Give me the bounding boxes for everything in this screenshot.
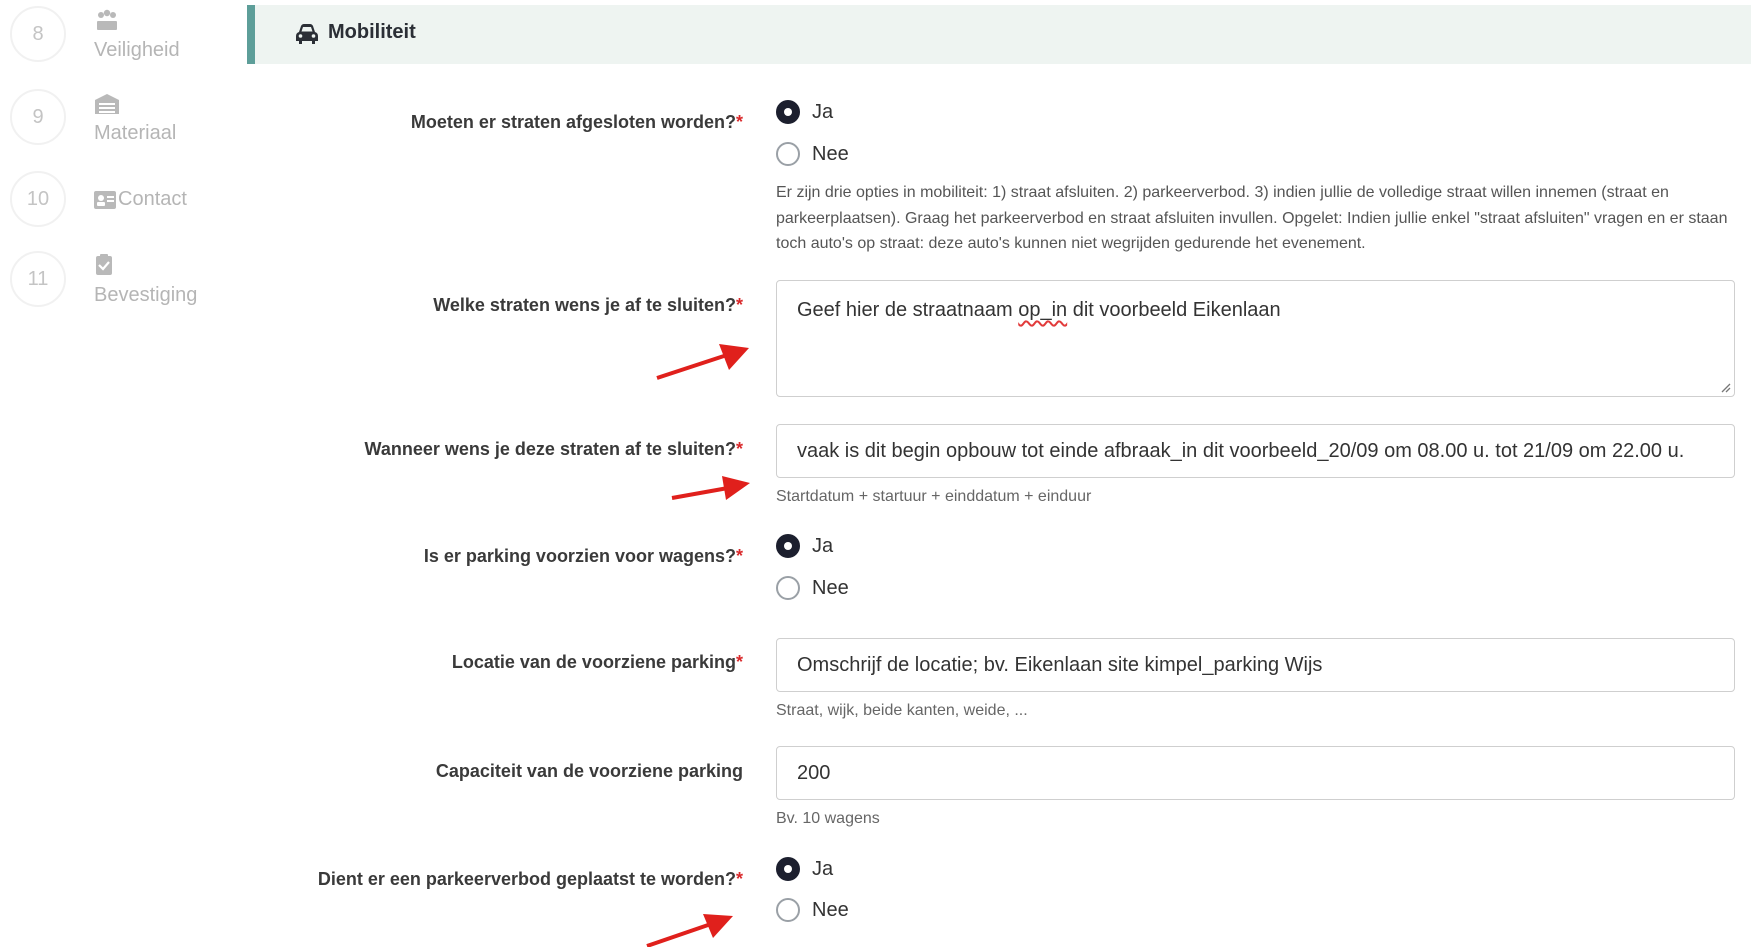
textarea-text: dit voorbeeld Eikenlaan xyxy=(1067,299,1281,321)
id-card-icon xyxy=(94,191,116,209)
step-number: 8 xyxy=(10,6,66,62)
step-number: 9 xyxy=(10,89,66,145)
required-marker: * xyxy=(735,295,743,315)
radio-button[interactable] xyxy=(776,534,800,558)
annotation-arrow-icon xyxy=(656,344,749,380)
parking-capacity-hint: Bv. 10 wagens xyxy=(776,810,880,827)
step-number: 10 xyxy=(10,171,66,227)
car-icon xyxy=(296,24,318,44)
sidebar-step-bevestiging[interactable]: 11 Bevestiging xyxy=(0,248,240,308)
closure-period-hint: Startdatum + startuur + einddatum + eind… xyxy=(776,488,1092,505)
help-text-mobility: Er zijn drie opties in mobiliteit: 1) st… xyxy=(776,184,1728,252)
users-icon xyxy=(97,9,117,30)
question-label-parking-ban: Dient er een parkeerverbod geplaatst te … xyxy=(317,869,743,889)
sidebar-item-label: Materiaal xyxy=(94,122,177,144)
question-label-when-closed: Wanneer wens je deze straten af te sluit… xyxy=(364,439,743,459)
question-label-streets-closed: Moeten er straten afgesloten worden?* xyxy=(410,112,743,132)
clipboard-check-icon xyxy=(96,254,112,275)
spellcheck-flagged-word: op_in xyxy=(1018,299,1068,321)
required-marker: * xyxy=(735,869,743,889)
radio-parking-provided-yes[interactable]: Ja xyxy=(776,534,833,558)
required-marker: * xyxy=(735,439,743,459)
radio-label: Nee xyxy=(812,898,849,921)
warehouse-icon xyxy=(95,94,119,114)
radio-label: Ja xyxy=(812,100,834,123)
radio-button[interactable] xyxy=(776,100,800,124)
radio-button[interactable] xyxy=(776,142,800,166)
annotation-arrow-icon xyxy=(671,476,750,500)
required-marker: * xyxy=(735,652,743,672)
required-marker: * xyxy=(735,546,743,566)
sidebar-step-contact[interactable]: 10 Contact xyxy=(0,170,240,230)
radio-label: Ja xyxy=(812,857,834,880)
section-title: Mobiliteit xyxy=(328,21,416,43)
closure-period-input[interactable]: vaak is dit begin opbouw tot einde afbra… xyxy=(776,424,1735,478)
radio-label: Nee xyxy=(812,142,849,165)
radio-label: Nee xyxy=(812,576,849,599)
radio-button[interactable] xyxy=(776,576,800,600)
radio-button[interactable] xyxy=(776,898,800,922)
annotation-arrow-icon xyxy=(646,914,733,947)
radio-streets-closed-no[interactable]: Nee xyxy=(776,142,849,166)
sidebar-step-materiaal[interactable]: 9 Materiaal xyxy=(0,86,240,146)
sidebar-item-label: Bevestiging xyxy=(94,284,198,306)
question-label-which-streets: Welke straten wens je af te sluiten?* xyxy=(433,295,743,315)
radio-button[interactable] xyxy=(776,857,800,881)
question-label-parking-capacity: Capaciteit van de voorziene parking xyxy=(435,761,743,781)
step-number: 11 xyxy=(10,251,66,307)
section-header: Mobiliteit xyxy=(247,5,1751,64)
sidebar-step-veiligheid[interactable]: 8 Veiligheid xyxy=(0,3,240,63)
question-label-parking-location: Locatie van de voorziene parking* xyxy=(451,652,743,672)
radio-label: Ja xyxy=(812,534,834,557)
resize-handle-icon[interactable] xyxy=(1719,381,1731,393)
required-marker: * xyxy=(735,112,743,132)
sidebar-item-label: Contact xyxy=(118,188,187,210)
parking-location-input[interactable]: Omschrijf de locatie; bv. Eikenlaan site… xyxy=(776,638,1735,692)
radio-parking-provided-no[interactable]: Nee xyxy=(776,576,849,600)
radio-parking-ban-no[interactable]: Nee xyxy=(776,898,849,922)
parking-location-hint: Straat, wijk, beide kanten, weide, ... xyxy=(776,702,1028,719)
streets-textarea[interactable]: Geef hier de straatnaam op_in dit voorbe… xyxy=(776,280,1735,397)
question-label-parking-provided: Is er parking voorzien voor wagens?* xyxy=(423,546,743,566)
parking-capacity-input[interactable]: 200 xyxy=(776,746,1735,800)
textarea-text: Geef hier de straatnaam xyxy=(797,299,1019,321)
sidebar-item-label: Veiligheid xyxy=(94,39,180,61)
radio-parking-ban-yes[interactable]: Ja xyxy=(776,857,833,881)
radio-streets-closed-yes[interactable]: Ja xyxy=(776,100,833,124)
